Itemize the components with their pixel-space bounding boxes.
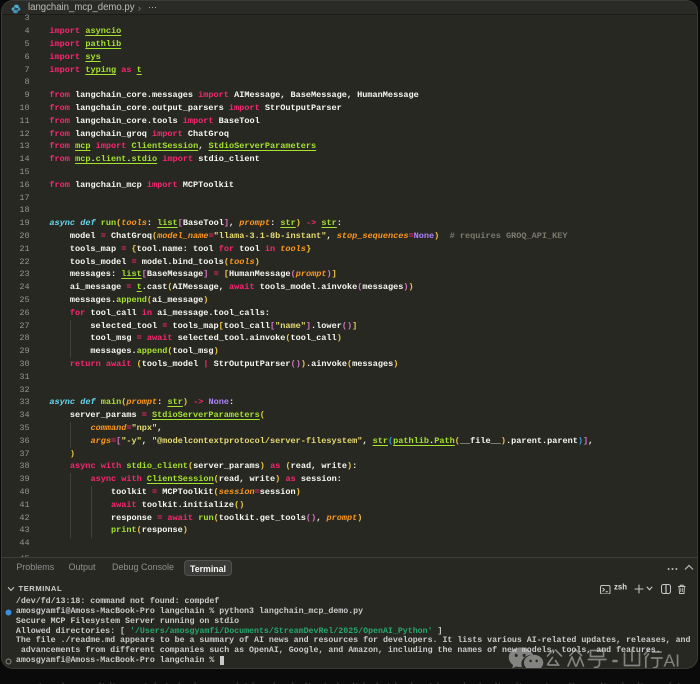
svg-text:AI: AI (664, 651, 681, 670)
